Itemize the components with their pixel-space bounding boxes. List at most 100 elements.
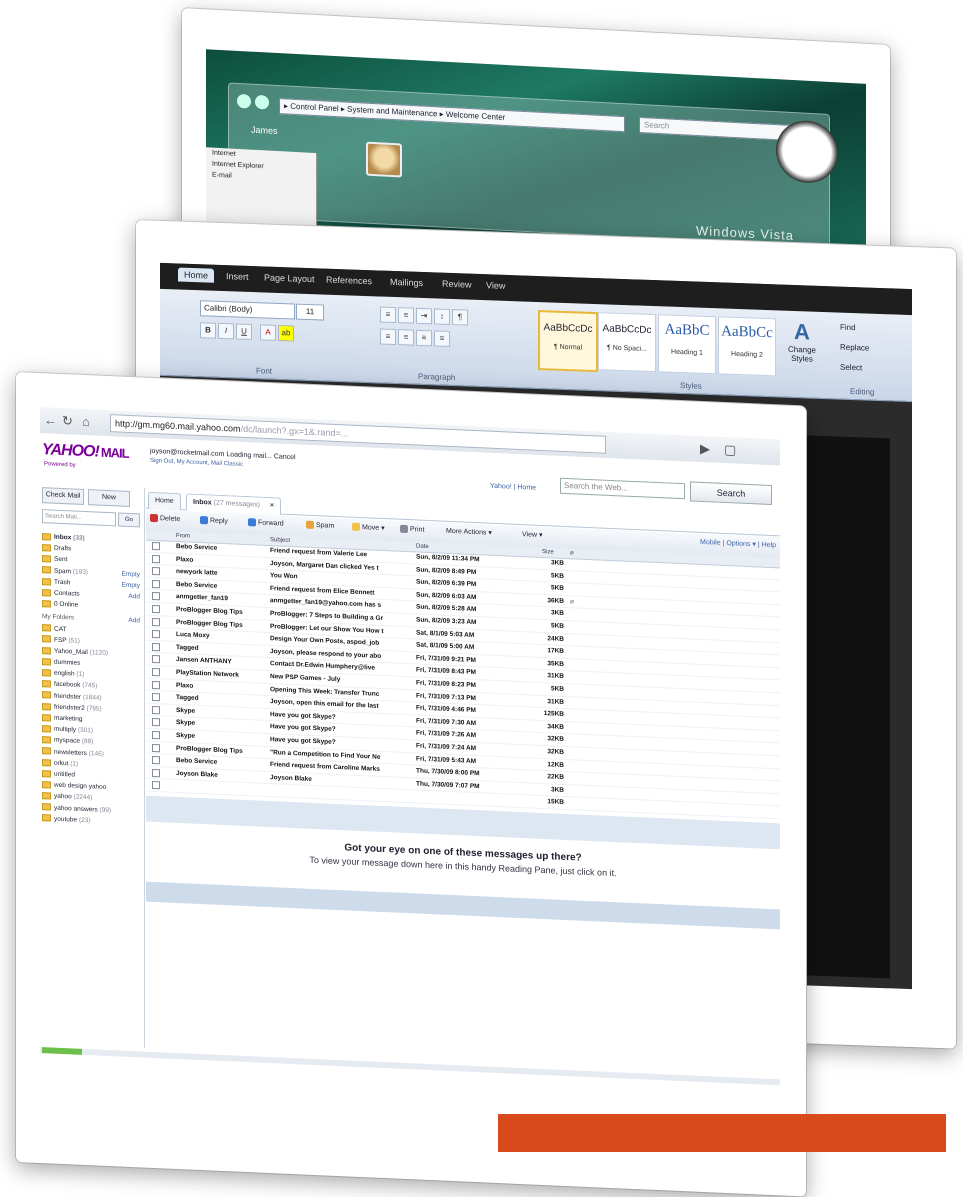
- folder-sidebar: Check Mail New Search Mail... Go Inbox (…: [40, 483, 145, 1048]
- font-color-icon[interactable]: A: [260, 324, 276, 341]
- sort-icon[interactable]: ↕: [434, 308, 450, 325]
- message-checkbox[interactable]: [152, 730, 160, 740]
- reload-icon[interactable]: ↻: [62, 413, 73, 429]
- forward-button[interactable]: Forward: [248, 518, 284, 528]
- message-checkbox[interactable]: [152, 768, 160, 777]
- message-size: 35KB: [547, 659, 564, 668]
- message-checkbox[interactable]: [152, 756, 160, 765]
- tab-page-layout[interactable]: Page Layout: [264, 272, 315, 284]
- page-menu-icon[interactable]: ▢: [724, 442, 736, 459]
- align-left-icon[interactable]: ≡: [380, 328, 396, 346]
- select-button[interactable]: Select: [840, 363, 862, 373]
- options-links[interactable]: Mobile | Options ▾ | Help: [700, 538, 776, 549]
- message-size: 24KB: [547, 634, 564, 643]
- tab-review[interactable]: Review: [442, 279, 472, 290]
- folder-name: orkut: [54, 759, 69, 768]
- move-button[interactable]: Move ▾: [352, 522, 385, 533]
- print-button[interactable]: Print: [400, 524, 424, 534]
- replace-button[interactable]: Replace: [840, 343, 869, 353]
- folder-action-link[interactable]: Empty: [122, 568, 140, 580]
- tab-view[interactable]: View: [486, 280, 505, 291]
- message-checkbox[interactable]: [152, 579, 160, 589]
- indent-icon[interactable]: ⇥: [416, 307, 432, 325]
- pilcrow-icon[interactable]: ¶: [452, 309, 468, 326]
- folder-icon: [42, 532, 51, 541]
- find-button[interactable]: Find: [840, 323, 856, 333]
- new-message-button[interactable]: New: [88, 489, 130, 507]
- style-sample: AaBbCcDc: [543, 322, 593, 335]
- style-heading-1[interactable]: AaBbC Heading 1: [658, 314, 716, 375]
- italic-button[interactable]: I: [218, 322, 234, 340]
- column-size[interactable]: Size: [542, 547, 554, 558]
- search-mail-input[interactable]: Search Mail...: [42, 509, 116, 527]
- style-heading-2[interactable]: AaBbCc Heading 2: [718, 316, 776, 377]
- tab-inbox-label: Inbox: [193, 498, 212, 507]
- search-input[interactable]: Search: [639, 116, 795, 142]
- align-center-icon[interactable]: ≡: [398, 329, 414, 346]
- message-checkbox[interactable]: [152, 592, 160, 601]
- account-links[interactable]: Sign Out, My Account, Mail Classic: [150, 458, 243, 468]
- underline-button[interactable]: U: [236, 323, 252, 341]
- folder-action-link[interactable]: Add: [128, 615, 140, 627]
- highlight-icon[interactable]: ab: [278, 324, 294, 342]
- back-button[interactable]: [237, 93, 251, 109]
- tab-references[interactable]: References: [326, 275, 372, 287]
- numbering-icon[interactable]: ≡: [398, 307, 414, 324]
- more-actions-button[interactable]: More Actions ▾: [446, 527, 492, 537]
- change-styles-button[interactable]: A Change Styles: [780, 318, 824, 364]
- view-button[interactable]: View ▾: [522, 530, 543, 539]
- message-checkbox[interactable]: [152, 718, 160, 727]
- tab-home[interactable]: Home: [148, 491, 181, 511]
- delete-icon: [150, 513, 158, 523]
- back-icon[interactable]: ←: [44, 412, 57, 428]
- web-search-input[interactable]: Search the Web...: [560, 477, 685, 500]
- view-label: View: [522, 531, 538, 539]
- message-checkbox[interactable]: [152, 667, 160, 677]
- column-date[interactable]: Date: [416, 541, 429, 552]
- style-normal[interactable]: AaBbCcDc ¶ Normal: [538, 310, 598, 373]
- search-mail-button[interactable]: Go: [118, 512, 140, 528]
- close-icon[interactable]: ×: [270, 502, 274, 509]
- message-checkbox[interactable]: [152, 567, 160, 576]
- message-checkbox[interactable]: [152, 680, 160, 689]
- message-checkbox[interactable]: [152, 743, 160, 752]
- font-name-select[interactable]: Calibri (Body): [200, 300, 295, 320]
- yahoo-home-links[interactable]: Yahoo! | Home: [490, 483, 536, 492]
- message-checkbox[interactable]: [152, 630, 160, 639]
- folder-action-link[interactable]: Add: [128, 591, 140, 603]
- tab-insert[interactable]: Insert: [226, 271, 249, 282]
- message-checkbox[interactable]: [152, 554, 160, 563]
- message-checkbox[interactable]: [152, 655, 160, 664]
- logo-subtitle: Powered by: [44, 461, 76, 469]
- style-sample: AaBbCc: [721, 323, 773, 342]
- message-checkbox[interactable]: [152, 617, 160, 626]
- justify-icon[interactable]: ≡: [434, 330, 450, 347]
- align-right-icon[interactable]: ≡: [416, 329, 432, 347]
- folder-name: Inbox: [54, 533, 72, 542]
- web-search-button[interactable]: Search: [690, 481, 772, 506]
- style-no-spacing[interactable]: AaBbCcDc ¶ No Spaci...: [598, 312, 656, 373]
- font-size-select[interactable]: 11: [296, 303, 324, 321]
- address-bar[interactable]: ▸ Control Panel ▸ System and Maintenance…: [279, 98, 625, 133]
- spam-button[interactable]: Spam: [306, 520, 334, 530]
- home-icon[interactable]: ⌂: [82, 414, 90, 429]
- message-checkbox[interactable]: [152, 693, 160, 702]
- message-checkbox[interactable]: [152, 705, 160, 715]
- check-mail-button[interactable]: Check Mail: [42, 487, 84, 505]
- folder-action-link[interactable]: Empty: [122, 579, 140, 591]
- play-icon[interactable]: ▶: [700, 441, 710, 457]
- reply-button[interactable]: Reply: [200, 516, 228, 525]
- column-from[interactable]: From: [176, 531, 190, 542]
- folder-icon: [352, 522, 360, 532]
- bullets-icon[interactable]: ≡: [380, 306, 396, 324]
- delete-button[interactable]: Delete: [150, 513, 180, 523]
- tab-mailings[interactable]: Mailings: [390, 277, 423, 288]
- message-checkbox[interactable]: [152, 642, 160, 652]
- forward-button[interactable]: [255, 94, 269, 110]
- tab-home[interactable]: Home: [178, 267, 215, 283]
- message-checkbox[interactable]: [152, 604, 160, 614]
- message-checkbox[interactable]: [152, 541, 160, 551]
- yahoo-mail-logo[interactable]: YAHOO! MAIL: [42, 441, 129, 463]
- message-checkbox[interactable]: [152, 781, 160, 790]
- bold-button[interactable]: B: [200, 322, 216, 339]
